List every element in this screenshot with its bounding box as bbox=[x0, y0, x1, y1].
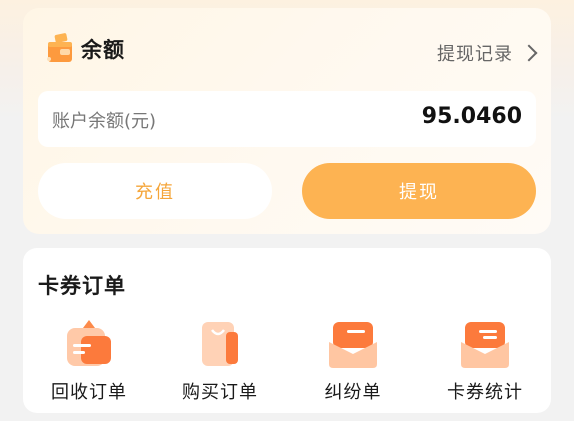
recharge-button[interactable]: 充值 bbox=[38, 163, 272, 219]
coupon-stats-icon bbox=[457, 318, 513, 370]
account-balance-label: 账户余额(元) bbox=[52, 111, 157, 132]
purchase-order-entry[interactable]: 购买订单 bbox=[170, 318, 270, 404]
balance-card: 余额 提现记录 账户余额(元) 95.0460 充值 提现 bbox=[23, 8, 551, 234]
balance-title: 余额 bbox=[81, 38, 125, 62]
recycle-order-icon bbox=[61, 318, 117, 370]
wallet-icon bbox=[45, 32, 75, 66]
dispute-order-label: 纠纷单 bbox=[324, 382, 382, 403]
dispute-order-entry[interactable]: 纠纷单 bbox=[303, 318, 403, 404]
balance-header: 余额 bbox=[45, 32, 125, 66]
coupon-stats-entry[interactable]: 卡券统计 bbox=[435, 318, 535, 404]
withdraw-button[interactable]: 提现 bbox=[302, 163, 536, 219]
account-balance-value: 95.0460 bbox=[421, 104, 522, 129]
chevron-right-icon bbox=[520, 44, 538, 62]
purchase-order-icon bbox=[192, 318, 248, 370]
coupon-orders-card: 卡券订单 回收订单 购买订单 纠纷单 卡券统计 bbox=[23, 248, 551, 413]
dispute-order-icon bbox=[325, 318, 381, 370]
coupon-orders-title: 卡券订单 bbox=[38, 274, 126, 298]
recycle-order-entry[interactable]: 回收订单 bbox=[39, 318, 139, 404]
coupon-stats-label: 卡券统计 bbox=[447, 382, 523, 403]
withdraw-records-link[interactable]: 提现记录 bbox=[437, 40, 538, 66]
purchase-order-label: 购买订单 bbox=[182, 382, 258, 403]
withdraw-records-label: 提现记录 bbox=[437, 44, 513, 65]
recycle-order-label: 回收订单 bbox=[51, 382, 127, 403]
account-balance-row: 账户余额(元) 95.0460 bbox=[38, 91, 536, 147]
